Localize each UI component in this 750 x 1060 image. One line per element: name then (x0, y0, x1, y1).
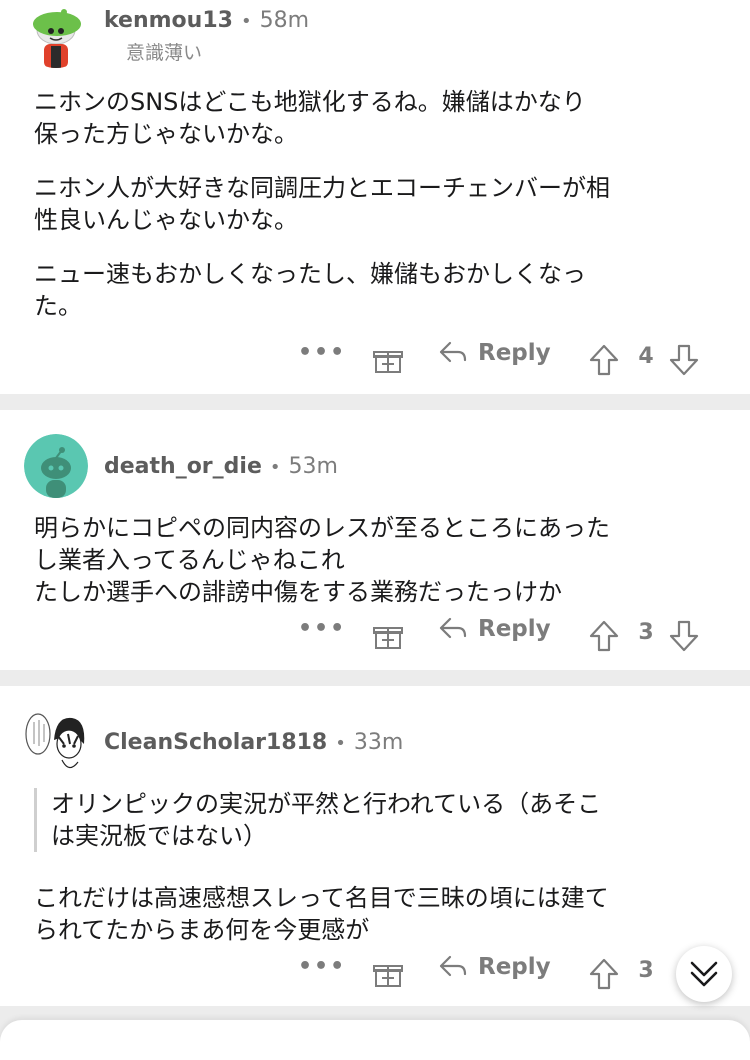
meta-separator: • (240, 11, 252, 32)
comment-paragraph: これだけは高速感想スレって名目で三昧の頃には建て られてたからまあ何を今更感が (34, 884, 609, 944)
downvote-button[interactable] (668, 343, 700, 377)
comment-body: ニホンのSNSはどこも地獄化するね。嫌儲はかなり 保った方じゃないかな。 ニホン… (34, 86, 724, 322)
meta-separator: • (335, 733, 346, 754)
username[interactable]: CleanScholar1818 (104, 730, 327, 755)
comment-body: 明らかにコピペの同内容のレスが至るところにあった し業者入ってるんじゃねこれ た… (34, 512, 724, 608)
reply-arrow-icon (439, 955, 467, 977)
scroll-down-button[interactable] (676, 946, 732, 1002)
user-avatar[interactable] (24, 434, 88, 498)
username[interactable]: kenmou13 (104, 8, 233, 33)
award-button[interactable] (372, 344, 404, 376)
comment-body: オリンピックの実況が平然と行われている（あそこ は実況板ではない） これだけは高… (34, 788, 724, 946)
comment-quote: オリンピックの実況が平然と行われている（あそこ は実況板ではない） (34, 788, 724, 852)
reply-arrow-icon (439, 341, 467, 363)
upvote-icon (589, 344, 619, 376)
more-options-button[interactable]: ••• (298, 954, 346, 979)
snoo-avatar-icon (24, 434, 88, 498)
vote-score: 4 (638, 344, 654, 369)
username[interactable]: death_or_die (104, 454, 262, 479)
double-chevron-down-icon (690, 961, 718, 987)
author-line: kenmou13 • 58m (104, 8, 309, 33)
comment-paragraph: ニホン人が大好きな同調圧力とエコーチェンバーが相 性良いんじゃないかな。 (34, 174, 610, 234)
user-avatar[interactable] (24, 4, 88, 68)
bottom-sheet (0, 1020, 750, 1060)
meta-separator: • (269, 457, 281, 478)
comment-paragraph: ニホンのSNSはどこも地獄化するね。嫌儲はかなり 保った方じゃないかな。 (34, 88, 586, 148)
vote-score: 3 (638, 958, 654, 983)
upvote-button[interactable] (588, 957, 620, 991)
manga-avatar-icon (24, 710, 88, 774)
comment-paragraph: ニュー速もおかしくなったし、嫌儲もおかしくなっ た。 (34, 260, 586, 320)
reply-arrow-icon (439, 617, 467, 639)
user-avatar[interactable] (24, 710, 88, 774)
timestamp: 33m (353, 730, 404, 755)
comment-actions: ••• Reply 3 (0, 616, 750, 656)
reply-label: Reply (478, 954, 551, 980)
reply-button[interactable]: Reply (438, 616, 551, 642)
award-icon (373, 351, 403, 373)
downvote-icon (669, 620, 699, 652)
comment-card: death_or_die • 53m 明らかにコピペの同内容のレスが至るところに… (0, 410, 750, 670)
user-flair: 意識薄い (126, 42, 203, 64)
author-line: CleanScholar1818 • 33m (104, 730, 403, 755)
reply-button[interactable]: Reply (438, 954, 551, 980)
downvote-icon (669, 344, 699, 376)
award-button[interactable] (372, 620, 404, 652)
more-options-button[interactable]: ••• (298, 340, 346, 365)
reply-label: Reply (478, 340, 551, 366)
reply-label: Reply (478, 616, 551, 642)
reply-button[interactable]: Reply (438, 340, 551, 366)
upvote-icon (589, 958, 619, 990)
award-button[interactable] (372, 958, 404, 990)
upvote-button[interactable] (588, 343, 620, 377)
timestamp: 58m (259, 8, 310, 33)
comment-card: CleanScholar1818 • 33m オリンピックの実況が平然と行われて… (0, 686, 750, 1006)
author-line: death_or_die • 53m (104, 454, 338, 479)
comment-card: kenmou13 • 58m 意識薄い ニホンのSNSはどこも地獄化するね。嫌儲… (0, 0, 750, 394)
upvote-button[interactable] (588, 619, 620, 653)
comment-paragraph: 明らかにコピペの同内容のレスが至るところにあった し業者入ってるんじゃねこれ た… (34, 514, 610, 606)
award-icon (373, 627, 403, 649)
vote-score: 3 (638, 620, 654, 645)
upvote-icon (589, 620, 619, 652)
snoo-avatar-icon (24, 4, 88, 68)
comment-actions: ••• Reply 4 (0, 340, 750, 380)
more-options-button[interactable]: ••• (298, 616, 346, 641)
timestamp: 53m (288, 454, 338, 479)
award-icon (373, 965, 403, 987)
comment-actions: ••• Reply 3 (0, 954, 750, 994)
downvote-button[interactable] (668, 619, 700, 653)
